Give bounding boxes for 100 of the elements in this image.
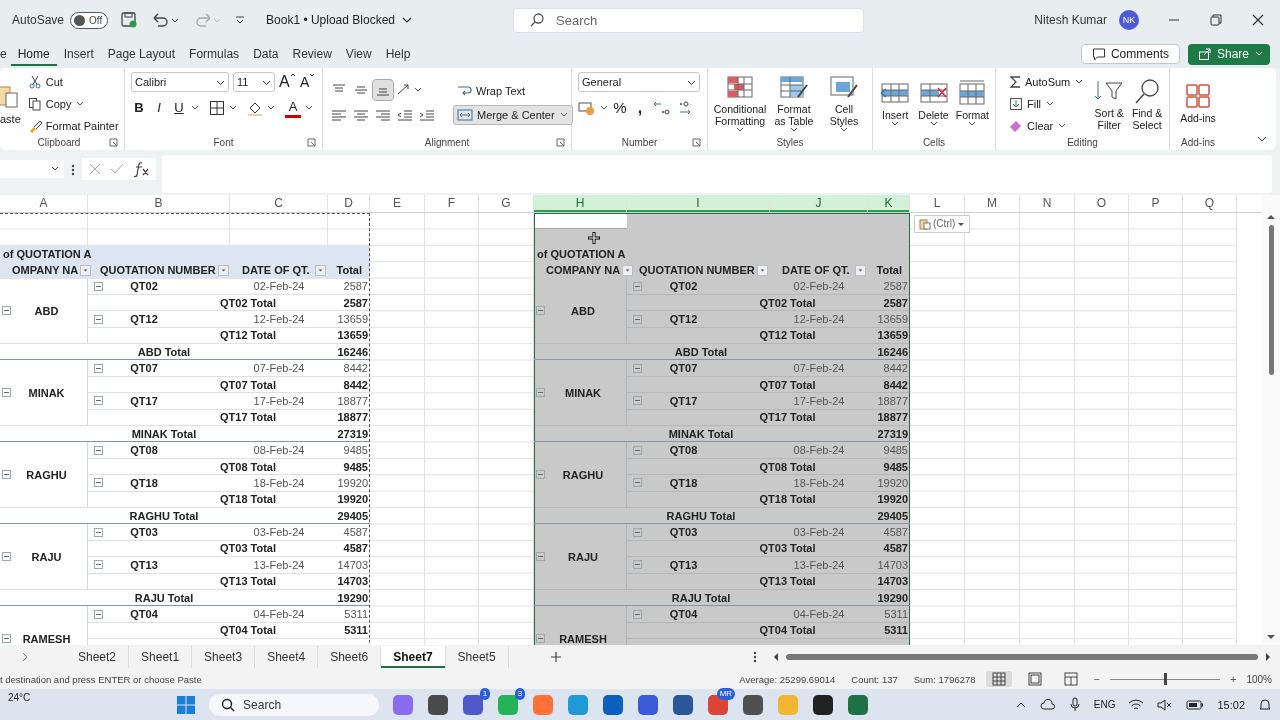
column-header[interactable]: B bbox=[88, 195, 230, 212]
ribbon-tab[interactable]: Review bbox=[285, 42, 339, 66]
sort-filter-button[interactable]: Sort & Filter bbox=[1093, 76, 1126, 131]
notification-badge: 3 bbox=[514, 687, 526, 700]
table-cell: QT08 bbox=[130, 444, 158, 457]
bold-button[interactable]: B bbox=[131, 98, 147, 118]
table-cell: 4587 bbox=[883, 542, 908, 555]
font-name-field[interactable]: Calibri bbox=[131, 72, 229, 92]
zoom-out-button[interactable]: − bbox=[1093, 673, 1100, 685]
column-header[interactable]: I bbox=[627, 195, 770, 212]
table-cell: QT18 bbox=[130, 476, 158, 489]
column-header[interactable]: P bbox=[1129, 195, 1183, 212]
insert-button[interactable]: Insert bbox=[879, 79, 912, 127]
paste-button[interactable]: aste bbox=[0, 82, 21, 125]
format-button[interactable]: Format bbox=[955, 79, 989, 127]
column-header[interactable]: H bbox=[534, 195, 627, 212]
column-heading: COMPANY NA bbox=[546, 264, 621, 277]
ribbon-tab[interactable]: View bbox=[338, 42, 379, 66]
ribbon-tab[interactable]: e bbox=[0, 42, 11, 66]
percent-button[interactable]: % bbox=[612, 98, 628, 118]
column-header[interactable]: Q bbox=[1183, 195, 1237, 212]
ribbon-tab[interactable]: Data bbox=[246, 42, 286, 66]
column-heading: QUOTATION NUMBER bbox=[639, 264, 755, 277]
column-header[interactable]: A bbox=[0, 195, 88, 212]
table-cell: 27319 bbox=[877, 427, 908, 440]
comments-button[interactable]: Comments bbox=[1080, 44, 1180, 64]
ribbon-tab[interactable]: Help bbox=[378, 42, 418, 66]
add-ins-button[interactable]: Add-ins bbox=[1176, 82, 1220, 124]
table-cell: 19920 bbox=[877, 493, 908, 506]
table-cell: 07-Feb-24 bbox=[793, 362, 845, 375]
format-painter-button[interactable]: Format Painter bbox=[24, 116, 122, 135]
ribbon-tab[interactable]: Home bbox=[10, 42, 57, 66]
number-format-field[interactable]: General bbox=[578, 72, 700, 92]
document-title[interactable]: Book1 • Upload Blocked bbox=[266, 13, 413, 27]
autosave-toggle[interactable]: Off bbox=[70, 11, 109, 29]
sheet-tab[interactable]: Sheet1 bbox=[129, 646, 193, 668]
underline-button[interactable]: U bbox=[171, 98, 187, 118]
sheet-tab[interactable]: Sheet5 bbox=[445, 646, 509, 668]
italic-button[interactable]: I bbox=[151, 98, 167, 118]
table-cell: QT13 bbox=[130, 558, 158, 571]
clock-time[interactable]: 15:02 bbox=[1217, 698, 1245, 711]
column-header[interactable]: E bbox=[370, 195, 425, 212]
table-cell: 4587 bbox=[883, 526, 908, 539]
column-header[interactable]: K bbox=[868, 195, 910, 212]
cut-button[interactable]: Cut bbox=[24, 72, 122, 91]
sheet-tab[interactable]: Sheet2 bbox=[66, 646, 130, 668]
column-header[interactable]: L bbox=[910, 195, 965, 212]
sheet-tab[interactable]: Sheet7 bbox=[381, 646, 446, 668]
table-cell: QT03 Total bbox=[759, 542, 816, 555]
average-value: Average: 25299.69014 bbox=[739, 673, 836, 685]
zoom-in-button[interactable]: + bbox=[1230, 673, 1237, 685]
table-cell: QT07 Total bbox=[759, 378, 816, 391]
merge-center-button[interactable]: Merge & Center bbox=[453, 104, 573, 125]
table-cell: QT02 Total bbox=[759, 296, 816, 309]
user-avatar[interactable]: NK bbox=[1119, 10, 1139, 30]
column-header[interactable]: D bbox=[328, 195, 370, 212]
zoom-level[interactable]: 100% bbox=[1246, 673, 1272, 685]
conditional-button[interactable]: Conditional Formatting bbox=[714, 73, 766, 133]
search-field[interactable]: Search bbox=[513, 7, 864, 33]
delete-button[interactable]: Delete bbox=[917, 79, 950, 127]
paste-options-button[interactable]: (Ctrl) bbox=[914, 214, 971, 233]
table-cell: 5311 bbox=[884, 624, 908, 637]
ribbon-tab[interactable]: Page Layout bbox=[100, 42, 183, 66]
copy-button[interactable]: Copy bbox=[24, 94, 122, 113]
table-cell: QT04 bbox=[130, 608, 158, 621]
table-button[interactable]: Format as Table bbox=[772, 73, 816, 133]
group-label: Cells bbox=[922, 136, 946, 148]
table-cell: 18877 bbox=[337, 411, 368, 424]
font-color-button[interactable]: A bbox=[285, 98, 301, 118]
font-size-field[interactable]: 11 bbox=[233, 72, 275, 92]
ribbon-tab[interactable]: Insert bbox=[56, 42, 101, 66]
column-header[interactable]: O bbox=[1075, 195, 1129, 212]
clear-button[interactable]: Clear bbox=[1006, 116, 1088, 135]
share-button[interactable]: Share bbox=[1187, 43, 1270, 65]
table-cell: RAJU bbox=[31, 550, 62, 563]
column-header[interactable]: N bbox=[1020, 195, 1075, 212]
grow-font-button[interactable]: A bbox=[279, 72, 296, 92]
language-indicator[interactable]: ENG bbox=[1093, 699, 1116, 710]
comma-style-button[interactable]: , bbox=[632, 98, 648, 118]
shrink-font-button[interactable]: A bbox=[299, 72, 316, 92]
column-header[interactable]: M bbox=[965, 195, 1020, 212]
column-header[interactable]: C bbox=[230, 195, 328, 212]
column-header[interactable]: F bbox=[425, 195, 479, 212]
wrap-text-button[interactable]: Wrap Text bbox=[453, 81, 573, 101]
taskbar-search-field[interactable]: Search bbox=[209, 693, 380, 716]
column-header[interactable]: J bbox=[770, 195, 868, 212]
table-cell: RAJU Total bbox=[134, 591, 194, 604]
weather-temperature[interactable]: 24°C bbox=[8, 692, 31, 703]
sheet-tab[interactable]: Sheet4 bbox=[255, 646, 319, 668]
find-select-button[interactable]: Find & Select bbox=[1131, 76, 1163, 131]
table-cell: 29405 bbox=[877, 509, 908, 522]
fill-button[interactable]: Fill bbox=[1006, 94, 1088, 113]
cell-button[interactable]: Cell Styles bbox=[822, 73, 866, 133]
sheet-tab[interactable]: Sheet3 bbox=[192, 646, 256, 668]
table-cell: QT12 Total bbox=[759, 329, 816, 342]
table-cell: 9485 bbox=[343, 460, 368, 473]
table-cell: MINAK bbox=[28, 386, 65, 399]
notification-badge: 1 bbox=[479, 687, 491, 700]
autosum-button[interactable]: AutoSum bbox=[1006, 72, 1088, 91]
ribbon-tab[interactable]: Formulas bbox=[182, 42, 247, 66]
